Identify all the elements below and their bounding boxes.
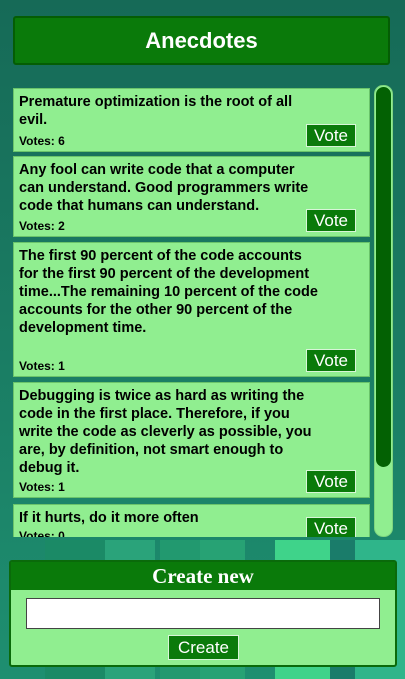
anecdote-text: Debugging is twice as hard as writing th… (19, 388, 312, 476)
anecdote-list[interactable]: Premature optimization is the root of al… (13, 85, 371, 537)
app-header: Anecdotes (13, 16, 390, 65)
vote-count: Votes: 1 (19, 480, 65, 494)
list-scrollbar[interactable] (374, 85, 393, 537)
anecdote-text: If it hurts, do it more often (19, 510, 199, 526)
anecdote-text: Any fool can write code that a computer … (19, 162, 309, 214)
vote-button[interactable]: Vote (306, 209, 356, 232)
vote-button[interactable]: Vote (306, 517, 356, 537)
create-header: Create new (11, 562, 395, 590)
vote-button[interactable]: Vote (306, 470, 356, 493)
vote-count: Votes: 6 (19, 134, 65, 148)
list-item: Premature optimization is the root of al… (13, 88, 370, 152)
page-title: Anecdotes (145, 27, 258, 53)
list-item: Any fool can write code that a computer … (13, 156, 370, 237)
scrollbar-thumb[interactable] (376, 87, 391, 467)
list-item: If it hurts, do it more often Votes: 0 V… (13, 504, 370, 537)
vote-button[interactable]: Vote (306, 124, 356, 147)
anecdote-text: The first 90 percent of the code account… (19, 248, 318, 336)
list-item: Debugging is twice as hard as writing th… (13, 382, 370, 498)
vote-count: Votes: 2 (19, 219, 65, 233)
create-panel: Create new Create (9, 560, 397, 667)
anecdote-text: Premature optimization is the root of al… (19, 94, 293, 128)
vote-count: Votes: 0 (19, 529, 65, 537)
vote-button[interactable]: Vote (306, 349, 356, 372)
vote-count: Votes: 1 (19, 359, 65, 373)
create-button[interactable]: Create (168, 635, 239, 660)
create-title: Create new (152, 563, 254, 588)
anecdote-input[interactable] (26, 598, 380, 629)
list-item: The first 90 percent of the code account… (13, 242, 370, 377)
